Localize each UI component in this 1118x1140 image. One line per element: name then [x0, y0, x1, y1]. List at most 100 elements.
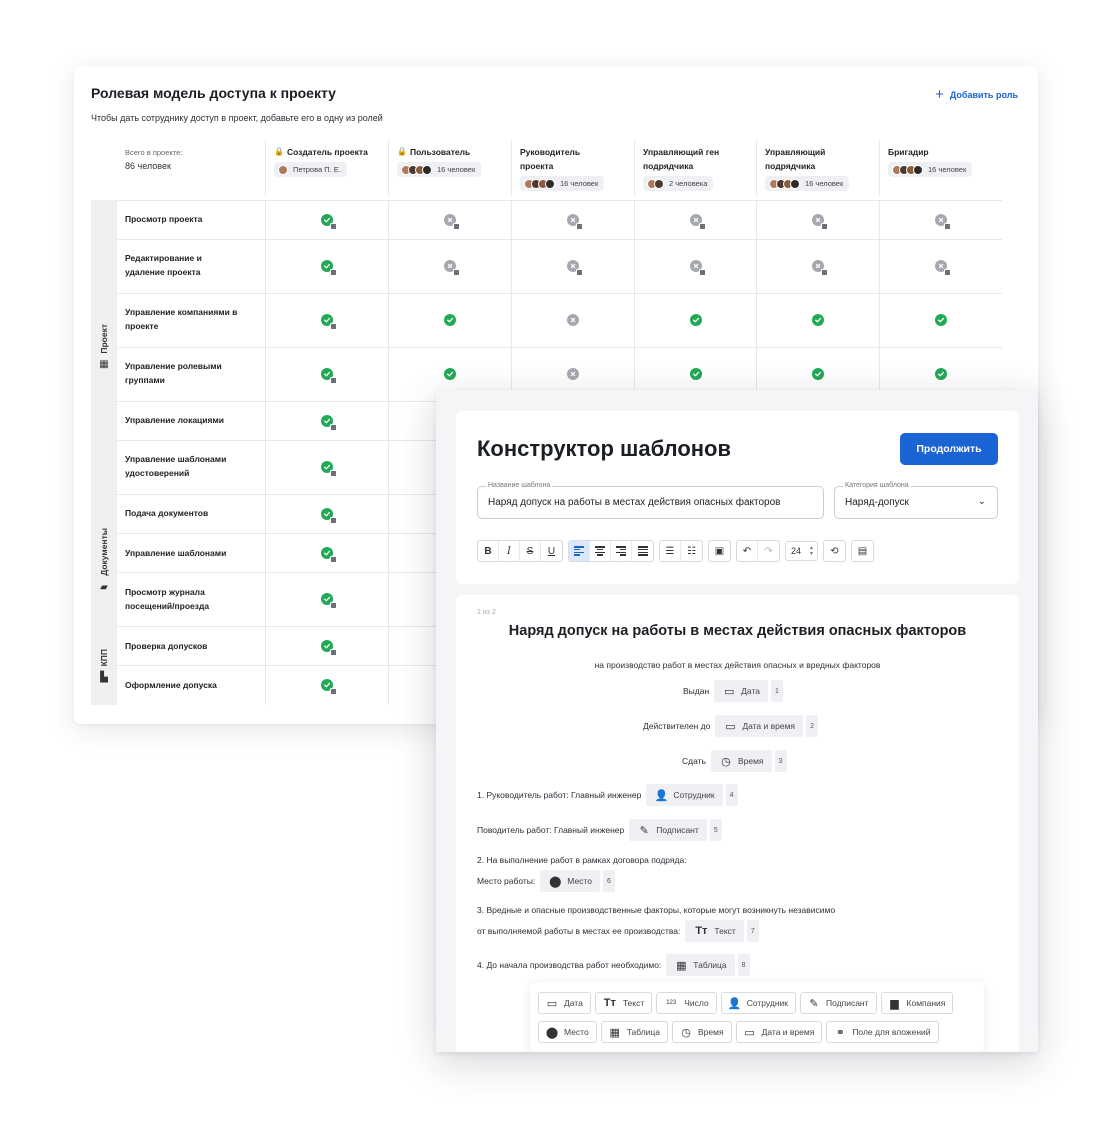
document-subtitle[interactable]: на производство работ в местах действия … — [456, 660, 1019, 670]
allowed-icon[interactable] — [934, 314, 949, 328]
role-members-chip[interactable]: 16 человек — [520, 176, 605, 191]
palette-item-number[interactable]: 123 Число — [656, 992, 717, 1014]
allowed-icon[interactable] — [689, 368, 704, 382]
clock-icon: ◷ — [681, 1026, 691, 1039]
chip-label: 16 человек — [805, 179, 844, 188]
allowed-icon[interactable] — [443, 314, 458, 328]
field-tag-time[interactable]: ◷ Время 3 — [710, 750, 787, 772]
field-tag-datetime[interactable]: ▭ Дата и время 2 — [715, 715, 819, 737]
role-members-chip[interactable]: 16 человек — [888, 162, 973, 177]
palette-item-place[interactable]: ⬤ Место — [538, 1021, 597, 1043]
tag-label: Текст — [714, 926, 736, 936]
bold-button[interactable]: B — [478, 541, 499, 561]
field-tag-signer[interactable]: ✎ Подписант 5 — [629, 819, 722, 841]
denied-locked-icon — [934, 213, 951, 230]
underline-button[interactable]: U — [541, 541, 562, 561]
allowed-icon[interactable] — [443, 368, 458, 382]
page-counter: 1 из 2 — [477, 609, 496, 616]
template-category-select[interactable]: Категория шаблона Наряд-допуск ⌄ — [834, 482, 998, 519]
paragraph-4[interactable]: 4. До начала производства работ необходи… — [477, 960, 661, 970]
palette-label: Текст — [622, 998, 645, 1008]
font-size-stepper[interactable]: 24 ▴ ▾ — [785, 541, 818, 561]
template-name-field[interactable]: Название шаблона Наряд допуск на работы … — [477, 482, 824, 519]
numbered-list-icon[interactable]: ☷ — [681, 541, 702, 561]
barrier-icon: ▙ — [100, 672, 108, 684]
role-card-subtitle: Чтобы дать сотруднику доступ в проект, д… — [91, 113, 383, 123]
palette-item-time[interactable]: ◷ Время — [672, 1021, 732, 1043]
section-label: КПП — [99, 648, 109, 667]
align-justify-icon[interactable] — [632, 541, 653, 561]
palette-item-attachment[interactable]: ⚭ Поле для вложений — [826, 1021, 939, 1043]
row-divider — [117, 293, 1002, 294]
denied-icon[interactable] — [566, 368, 581, 382]
palette-item-company[interactable]: ▆ Компания — [880, 992, 954, 1014]
total-people: Всего в проекте: 86 человек — [125, 148, 182, 171]
column-header-general-contractor-manager[interactable]: Управляющий ген подрядчика 2 человека — [634, 140, 756, 196]
align-right-icon[interactable] — [611, 541, 632, 561]
allowed-icon[interactable] — [811, 314, 826, 328]
allowed-locked-icon — [320, 314, 337, 330]
add-role-button[interactable]: + Добавить роль — [935, 87, 1018, 102]
palette-label: Поле для вложений — [852, 1027, 931, 1037]
italic-button[interactable]: I — [499, 541, 520, 561]
template-constructor-window: Конструктор шаблонов Продолжить Название… — [436, 390, 1038, 1052]
field-tag-text[interactable]: Tт Текст 7 — [685, 920, 759, 942]
rotate-page-icon[interactable]: ⟲ — [824, 541, 845, 561]
field-tag-employee[interactable]: 👤 Сотрудник 4 — [646, 784, 738, 806]
paragraph-3b[interactable]: от выполняемой работы в местах ее произв… — [477, 926, 680, 936]
image-icon[interactable]: ▣ — [709, 541, 730, 561]
column-header-creator[interactable]: 🔒 Создатель проекта Петрова П. Е. — [265, 140, 388, 196]
strikethrough-button[interactable]: S — [520, 541, 541, 561]
add-page-group: ▤ — [851, 540, 874, 562]
allowed-icon[interactable] — [934, 368, 949, 382]
add-page-icon[interactable]: ▤ — [852, 541, 873, 561]
allowed-icon[interactable] — [811, 368, 826, 382]
column-title: Управляющий подрядчика — [765, 147, 826, 171]
redo-icon[interactable]: ↷ — [758, 541, 779, 561]
permission-label: Управление шаблонами удостоверений — [125, 454, 227, 478]
align-left-icon[interactable] — [569, 541, 590, 561]
field-palette: ▭ Дата Tт Текст 123 Число 👤 Сотрудник ✎ Подпи… — [530, 982, 984, 1052]
palette-item-table[interactable]: ▦ Таблица — [600, 1021, 669, 1043]
tag-label: Подписант — [656, 825, 699, 835]
align-center-icon[interactable] — [590, 541, 611, 561]
denied-locked-icon — [443, 260, 460, 276]
palette-item-text[interactable]: Tт Текст — [594, 992, 653, 1014]
tag-label: Дата и время — [742, 721, 796, 731]
allowed-icon[interactable] — [689, 314, 704, 328]
paragraph-2[interactable]: 2. На выполнение работ в рамках договора… — [477, 855, 687, 865]
palette-item-date[interactable]: ▭ Дата — [538, 992, 591, 1014]
column-header-contractor-manager[interactable]: Управляющий подрядчика 16 человек — [756, 140, 879, 196]
formatting-toolbar: B I S U ☰ ☷ ▣ ↶ ↷ 24 ▴ ▾ ⟲ ▤ — [477, 540, 874, 562]
field-tag-place[interactable]: ⬤ Место 6 — [540, 870, 615, 892]
column-header-foreman[interactable]: Бригадир 16 человек — [879, 140, 1002, 196]
table-icon: ▦ — [609, 1026, 620, 1039]
role-members-chip[interactable]: 16 человек — [397, 162, 482, 177]
field-value: Наряд допуск на работы в местах действия… — [488, 497, 781, 508]
palette-item-signer[interactable]: ✎ Подписант — [799, 992, 877, 1014]
denied-icon[interactable] — [566, 314, 581, 328]
allowed-locked-icon — [320, 414, 337, 431]
undo-icon[interactable]: ↶ — [737, 541, 758, 561]
field-tag-table[interactable]: ▦ Таблица 8 — [666, 954, 750, 976]
page-title: Конструктор шаблонов — [477, 436, 732, 461]
column-header-project-manager[interactable]: Руководитель проекта 16 человек — [511, 140, 634, 196]
palette-item-employee[interactable]: 👤 Сотрудник — [720, 992, 796, 1014]
role-members-chip[interactable]: 16 человек — [765, 176, 850, 191]
tag-number: 6 — [602, 870, 615, 892]
continue-button[interactable]: Продолжить — [900, 433, 998, 465]
denied-locked-icon — [566, 260, 583, 276]
palette-item-datetime[interactable]: ▭ Дата и время — [735, 1021, 823, 1043]
role-members-chip[interactable]: 2 человека — [643, 176, 714, 191]
contract-line: 2. На выполнение работ в рамках договора… — [477, 855, 687, 865]
row-divider — [117, 239, 1002, 240]
chip-label: 16 человек — [560, 179, 599, 188]
document-canvas: 1 из 2 Наряд допуск на работы в местах д… — [456, 595, 1019, 1052]
document-title[interactable]: Наряд допуск на работы в местах действия… — [456, 623, 1019, 639]
tag-label: Таблица — [693, 960, 727, 970]
field-tag-date[interactable]: ▭ Дата 1 — [714, 680, 783, 702]
paragraph-3a[interactable]: 3. Вредные и опасные производственные фа… — [477, 905, 835, 915]
column-header-user[interactable]: 🔒 Пользователь 16 человек — [388, 140, 511, 196]
role-members-chip[interactable]: Петрова П. Е. — [274, 162, 347, 177]
bulleted-list-icon[interactable]: ☰ — [660, 541, 681, 561]
